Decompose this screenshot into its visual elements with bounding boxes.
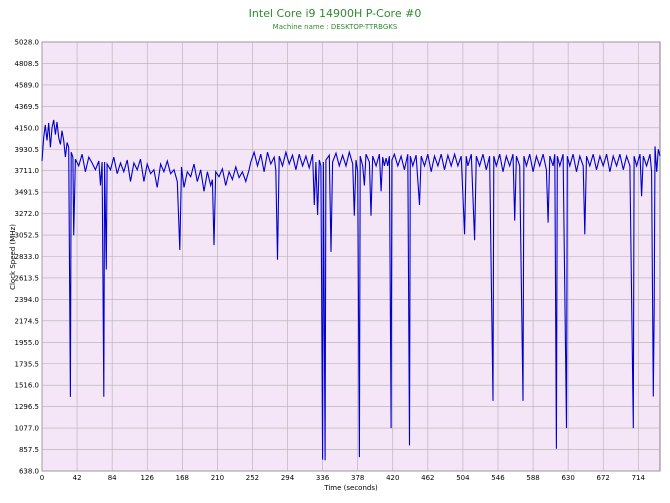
clock-speed-chart: Intel Core i9 14900H P-Core #0 Machine n… — [9, 7, 661, 492]
x-tick-label: 0 — [40, 474, 44, 482]
x-tick-label: 294 — [281, 474, 295, 482]
y-tick-label: 3491.5 — [15, 189, 40, 197]
y-axis: 638.0 857.5 1077.0 1296.5 1516.0 1735.5 1955.0… — [15, 39, 40, 476]
y-tick-label: 2174.5 — [15, 317, 40, 325]
y-tick-label: 1077.0 — [15, 425, 40, 433]
y-tick-label: 1735.5 — [15, 360, 40, 368]
x-tick-label: 588 — [526, 474, 539, 482]
y-tick-label: 4808.5 — [15, 60, 40, 68]
y-tick-label: 1296.5 — [15, 403, 40, 411]
y-tick-label: 1516.0 — [15, 382, 40, 390]
y-tick-label: 2613.5 — [15, 274, 40, 282]
x-axis-label: Time (seconds) — [323, 484, 378, 492]
y-tick-label: 2833.0 — [15, 253, 40, 261]
x-tick-label: 420 — [386, 474, 399, 482]
y-tick-label: 3930.5 — [15, 146, 40, 154]
x-tick-label: 252 — [246, 474, 259, 482]
y-tick-label: 3711.0 — [15, 167, 40, 175]
x-tick-label: 546 — [491, 474, 505, 482]
y-tick-label: 1955.0 — [15, 339, 40, 347]
y-tick-label: 4589.0 — [15, 81, 40, 89]
x-tick-label: 126 — [141, 474, 155, 482]
chart-title: Intel Core i9 14900H P-Core #0 — [249, 7, 422, 20]
y-tick-label: 5028.0 — [15, 39, 40, 47]
x-tick-label: 378 — [351, 474, 364, 482]
y-tick-label: 3052.5 — [15, 232, 40, 240]
x-tick-label: 42 — [73, 474, 82, 482]
chart-subtitle: Machine name : DESKTOP-TTRBGKS — [273, 23, 398, 31]
x-tick-label: 504 — [456, 474, 470, 482]
y-tick-label: 4150.0 — [15, 124, 40, 132]
x-tick-label: 84 — [108, 474, 117, 482]
x-tick-label: 210 — [211, 474, 224, 482]
x-tick-label: 672 — [597, 474, 610, 482]
x-tick-label: 462 — [421, 474, 434, 482]
y-tick-label: 638.0 — [19, 468, 39, 476]
x-tick-label: 630 — [561, 474, 574, 482]
y-tick-label: 4369.5 — [15, 103, 40, 111]
y-tick-label: 3272.0 — [15, 210, 40, 218]
y-tick-label: 857.5 — [19, 446, 39, 454]
x-tick-label: 714 — [632, 474, 646, 482]
x-tick-label: 168 — [176, 474, 189, 482]
y-axis-label: Clock Speed (MHz) — [9, 224, 17, 290]
y-tick-label: 2394.0 — [15, 296, 40, 304]
x-tick-label: 336 — [316, 474, 330, 482]
x-axis: 0 42 84 126 168 210 252 294 336 378 420 462 504 546 58… — [40, 474, 646, 482]
